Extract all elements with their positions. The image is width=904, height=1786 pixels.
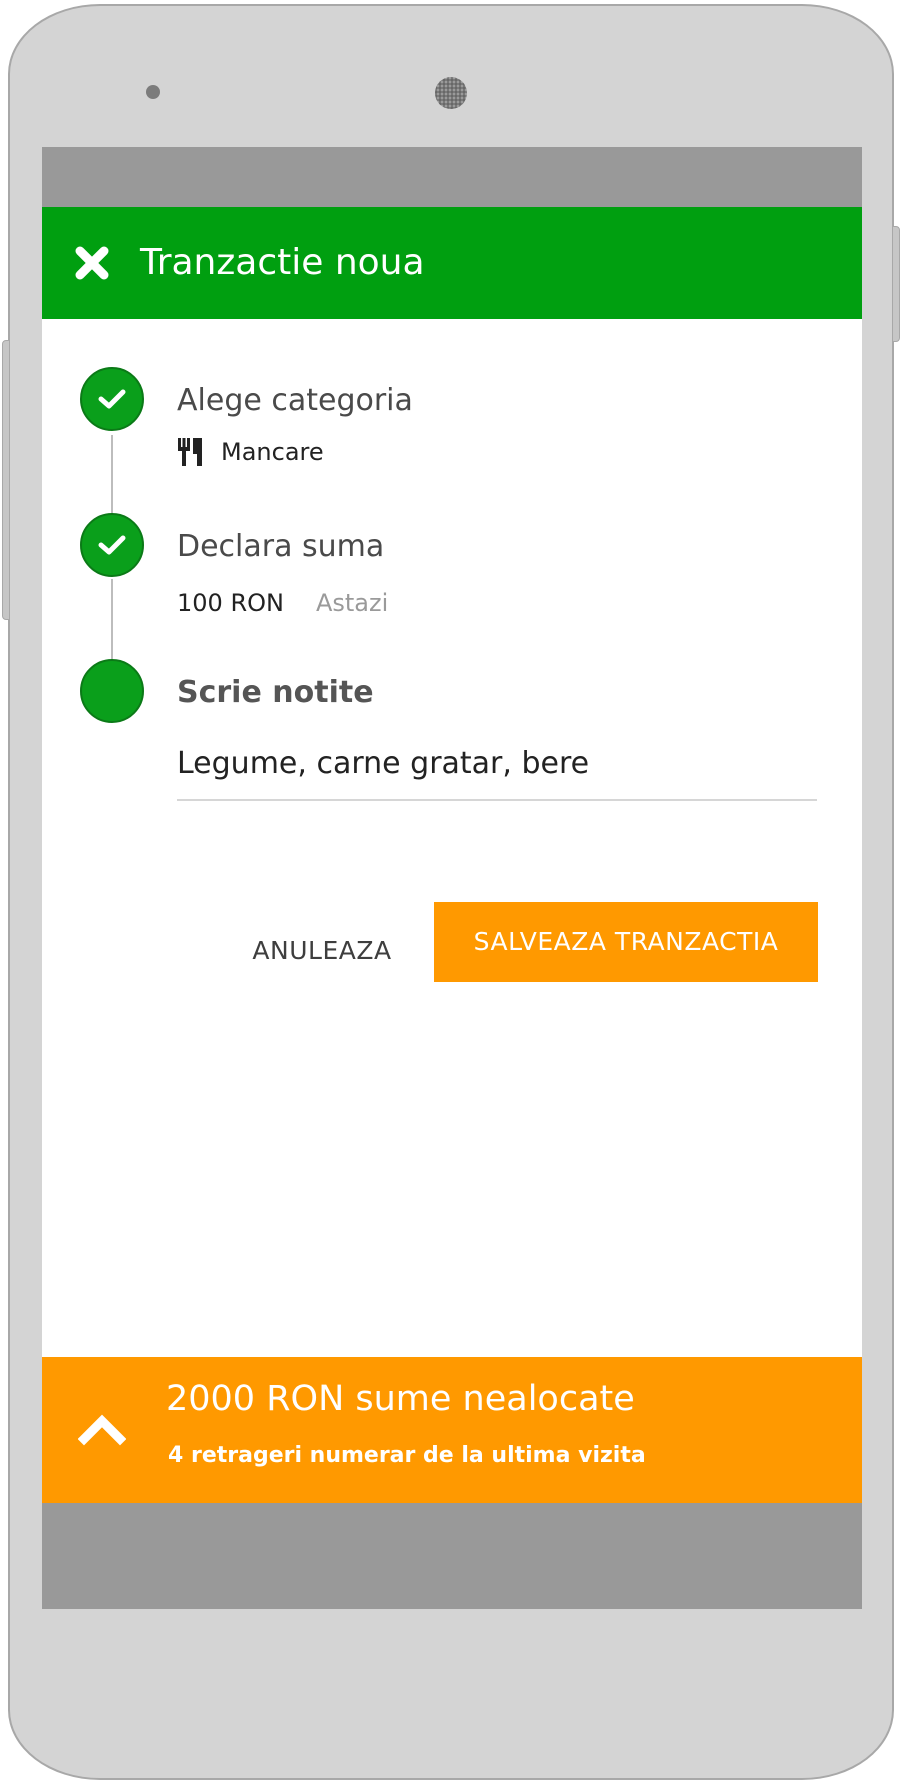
step-3-title: Scrie notite xyxy=(177,675,374,710)
side-button-right xyxy=(892,226,900,342)
fork-knife-icon xyxy=(178,438,202,466)
status-bar xyxy=(42,147,862,207)
unallocated-funds-sheet[interactable]: 2000 RON sume nealocate 4 retrageri nume… xyxy=(42,1357,862,1503)
check-icon xyxy=(98,535,126,555)
date-value: Astazi xyxy=(315,589,389,617)
withdrawals-note: 4 retrageri numerar de la ultima vizita xyxy=(168,1443,646,1468)
step-3-indicator xyxy=(80,659,144,723)
check-icon xyxy=(98,389,126,409)
phone-screen: Tranzactie noua Alege categoria Mancare xyxy=(42,147,862,1609)
app-bar: Tranzactie noua xyxy=(42,207,862,319)
side-button-left xyxy=(2,340,10,620)
notes-input[interactable] xyxy=(177,737,817,801)
navigation-bar xyxy=(42,1503,862,1609)
close-button[interactable] xyxy=(72,243,112,283)
amount-value: 100 RON xyxy=(177,589,284,617)
device-mockup: Tranzactie noua Alege categoria Mancare xyxy=(0,0,904,1786)
step-2-indicator xyxy=(80,513,144,577)
cancel-button[interactable]: ANULEAZA xyxy=(247,911,397,991)
step-1-title: Alege categoria xyxy=(177,383,413,418)
category-value: Mancare xyxy=(221,438,324,466)
step-2-title: Declara suma xyxy=(177,529,385,564)
unallocated-amount: 2000 RON sume nealocate xyxy=(166,1379,635,1419)
chevron-up-icon xyxy=(78,1414,126,1446)
sensor-dot xyxy=(146,85,160,99)
save-transaction-button[interactable]: SALVEAZA TRANZACTIA xyxy=(434,902,818,982)
step-2-detail: 100 RON Astazi xyxy=(177,589,388,617)
camera-icon xyxy=(435,77,467,109)
page-title: Tranzactie noua xyxy=(140,242,425,283)
close-icon xyxy=(75,246,109,280)
step-1-detail: Mancare xyxy=(177,437,324,467)
step-1-indicator xyxy=(80,367,144,431)
